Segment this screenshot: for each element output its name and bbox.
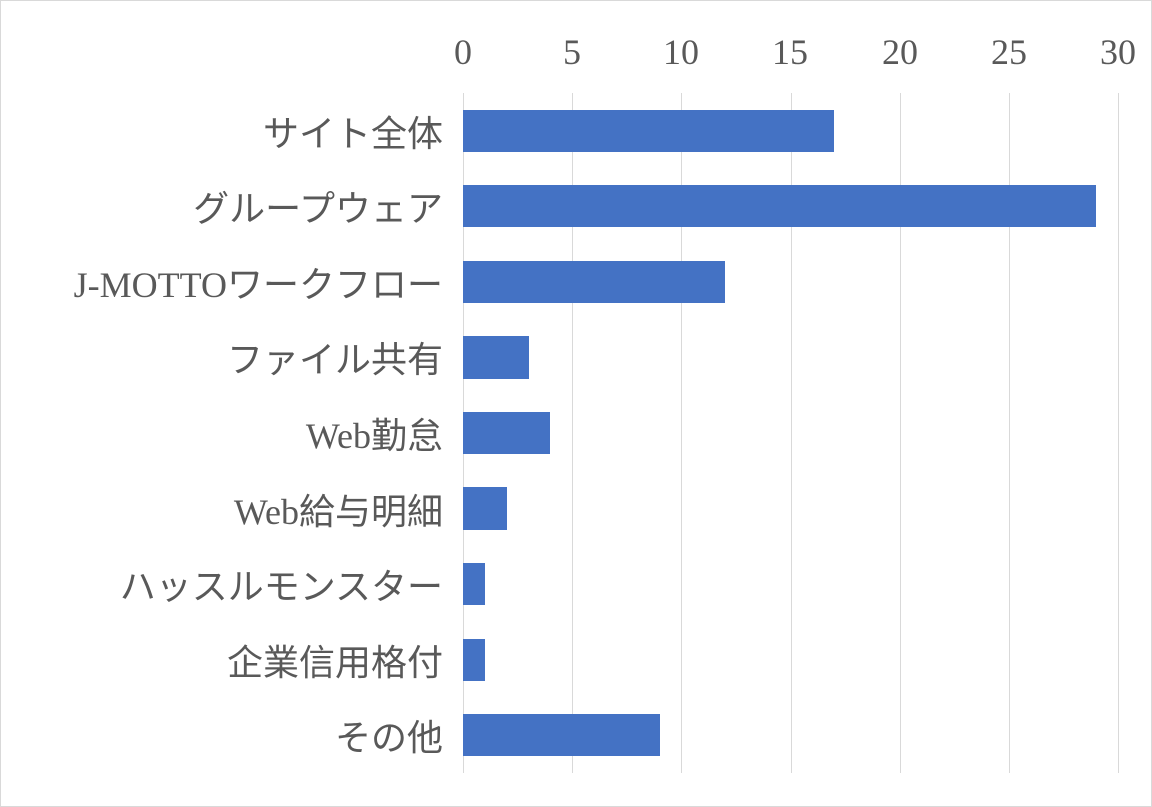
bar-row [463, 244, 1118, 320]
bar [463, 261, 725, 303]
bar-row [463, 320, 1118, 396]
category-label: Web給与明細 [234, 483, 443, 535]
x-tick-label: 15 [772, 31, 808, 73]
gridline [1118, 93, 1119, 773]
plot-area [463, 93, 1118, 773]
category-label: その他 [335, 709, 443, 761]
bar-row [463, 622, 1118, 698]
category-label: ファイル共有 [227, 331, 443, 383]
bar-row [463, 471, 1118, 547]
bar [463, 714, 660, 756]
category-label: 企業信用格付 [227, 634, 443, 686]
x-tick-label: 20 [882, 31, 918, 73]
bar [463, 185, 1096, 227]
y-axis-labels: サイト全体 グループウェア J-MOTTOワークフロー ファイル共有 Web勤怠… [1, 93, 453, 773]
bar-row [463, 93, 1118, 169]
x-tick-label: 10 [663, 31, 699, 73]
bar [463, 639, 485, 681]
category-label: ハッスルモンスター [120, 558, 443, 610]
bar [463, 487, 507, 529]
chart-container: 0 5 10 15 20 25 30 サイト全体 グループウェア J-MOTTO… [0, 0, 1152, 807]
bar-row [463, 546, 1118, 622]
bar-row [463, 698, 1118, 774]
bar [463, 336, 529, 378]
x-tick-label: 0 [454, 31, 472, 73]
x-tick-label: 25 [991, 31, 1027, 73]
bar [463, 563, 485, 605]
bar [463, 412, 550, 454]
category-label: グループウェア [193, 180, 443, 232]
category-label: J-MOTTOワークフロー [74, 256, 443, 308]
bars-group [463, 93, 1118, 773]
category-label: サイト全体 [263, 105, 443, 157]
x-tick-label: 5 [563, 31, 581, 73]
x-tick-label: 30 [1100, 31, 1136, 73]
category-label: Web勤怠 [306, 407, 443, 459]
bar-row [463, 395, 1118, 471]
bar [463, 110, 834, 152]
bar-row [463, 169, 1118, 245]
